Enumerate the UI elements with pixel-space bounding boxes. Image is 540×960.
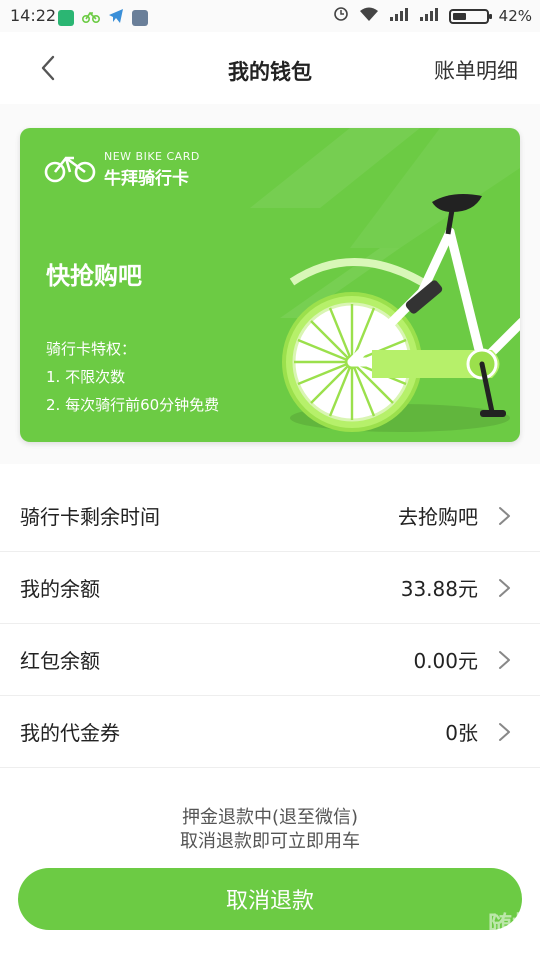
row-label: 我的代金券 <box>20 721 120 745</box>
chevron-right-icon <box>499 650 510 669</box>
battery-icon <box>448 8 492 24</box>
bike-illustration-icon <box>282 194 520 432</box>
refund-hint-text: 取消退款即可立即用车 <box>180 831 360 852</box>
card-logo: NEW BIKE CARD 牛拜骑行卡 <box>44 150 200 189</box>
alarm-icon <box>333 6 349 26</box>
bill-details-link[interactable]: 账单明细 <box>434 55 518 85</box>
perks-title: 骑行卡特权： <box>46 340 137 358</box>
notes-app-icon <box>132 10 148 26</box>
chevron-right-icon <box>499 722 510 741</box>
row-label: 骑行卡剩余时间 <box>20 505 160 529</box>
perk-item: 1. 不限次数 <box>46 368 126 386</box>
wifi-icon <box>359 6 379 26</box>
row-value: 33.88元 <box>400 577 478 601</box>
row-value: 0张 <box>445 721 478 745</box>
battery-level <box>452 12 466 20</box>
red-packet-row[interactable]: 红包余额 0.00元 <box>0 624 540 696</box>
bike-logo-icon <box>44 152 96 188</box>
telegram-icon <box>108 8 124 28</box>
signal-icon <box>419 6 439 26</box>
row-value: 0.00元 <box>413 649 478 673</box>
status-bar: 14:22 42% <box>0 0 540 32</box>
watermark: 随机 <box>488 911 536 939</box>
shield-app-icon <box>58 10 74 26</box>
row-label: 红包余额 <box>20 649 100 673</box>
perk-item: 2. 每次骑行前60分钟免费 <box>46 396 220 414</box>
chevron-right-icon <box>499 578 510 597</box>
card-section: NEW BIKE CARD 牛拜骑行卡 快抢购吧 骑行卡特权： 1. 不限次数 … <box>0 104 540 464</box>
status-time: 14:22 <box>10 6 57 25</box>
voucher-row[interactable]: 我的代金券 0张 <box>0 696 540 768</box>
card-logo-cn: 牛拜骑行卡 <box>104 169 189 189</box>
card-headline: 快抢购吧 <box>46 262 142 290</box>
notification-icons <box>58 8 148 28</box>
bike-card-banner[interactable]: NEW BIKE CARD 牛拜骑行卡 快抢购吧 骑行卡特权： 1. 不限次数 … <box>20 128 520 442</box>
wallet-list: 骑行卡剩余时间 去抢购吧 我的余额 33.88元 红包余额 0.00元 我的代金… <box>0 480 540 768</box>
bike-app-icon <box>81 9 101 28</box>
refund-status-text: 押金退款中(退至微信) <box>181 807 359 828</box>
balance-row[interactable]: 我的余额 33.88元 <box>0 552 540 624</box>
signal-icon <box>389 6 409 26</box>
battery-percent: 42% <box>498 7 532 25</box>
ride-card-remaining-row[interactable]: 骑行卡剩余时间 去抢购吧 <box>0 480 540 552</box>
card-logo-en: NEW BIKE CARD <box>104 150 200 163</box>
nav-bar: 我的钱包 账单明细 <box>0 32 540 104</box>
row-label: 我的余额 <box>20 577 100 601</box>
system-icons: 42% <box>333 6 532 26</box>
chevron-right-icon <box>499 506 510 525</box>
row-value: 去抢购吧 <box>398 505 478 529</box>
